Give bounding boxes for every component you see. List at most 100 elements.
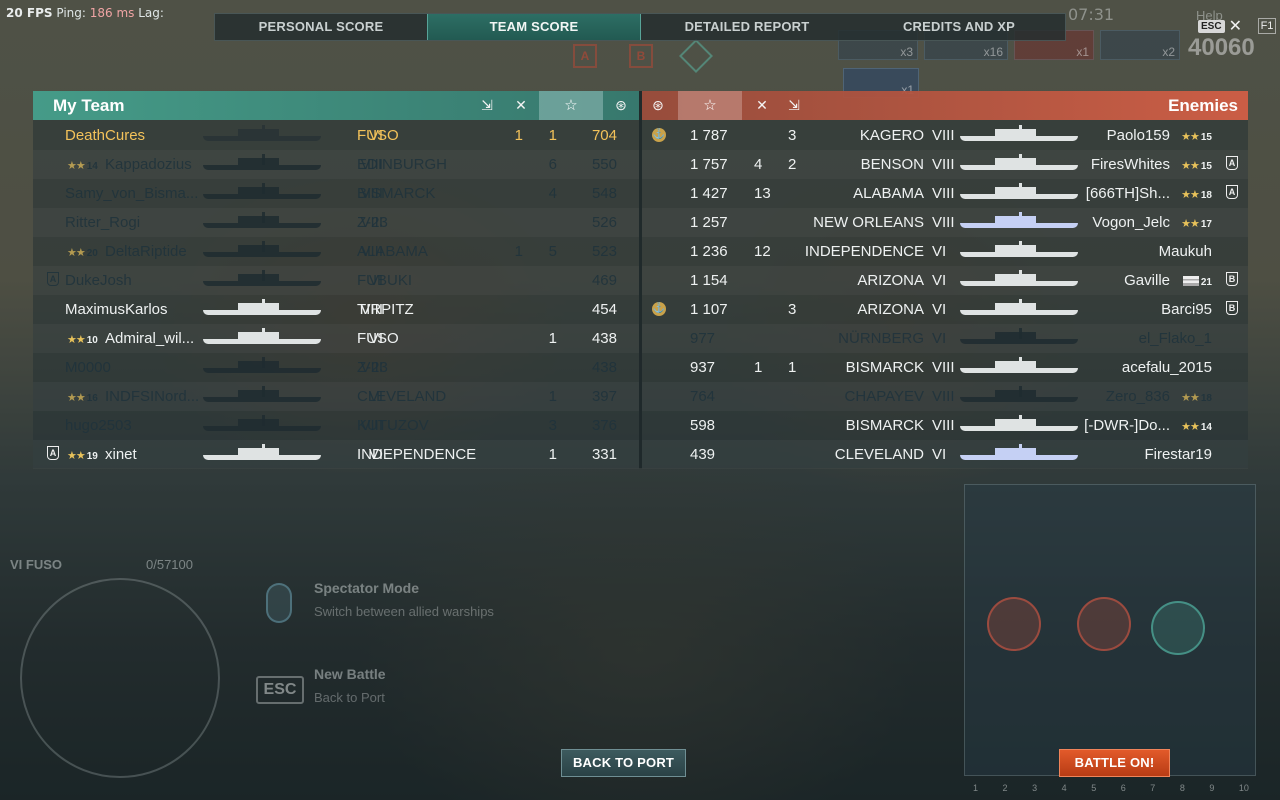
ship-hull-shape bbox=[960, 252, 1078, 257]
minimap-column-label: 1 bbox=[973, 783, 979, 793]
close-icon: ✕ bbox=[1228, 18, 1242, 35]
team-points: 40060 bbox=[1188, 34, 1255, 61]
ping-label: Ping: bbox=[56, 6, 86, 20]
ping-value: 186 ms bbox=[89, 6, 135, 20]
ship-hull-shape bbox=[203, 194, 321, 199]
player-name: FiresWhites bbox=[1090, 156, 1170, 173]
minimap-column-labels: 1 2 3 4 5 6 7 8 9 10 bbox=[965, 783, 1257, 793]
player-name: Firestar19 bbox=[1144, 446, 1212, 463]
ship-superstructure-shape bbox=[995, 390, 1036, 397]
rank-star-icon: ★★ bbox=[67, 160, 86, 172]
score-star-icon: ☆ bbox=[539, 91, 603, 120]
rank-star-icon: ★★ bbox=[67, 247, 86, 259]
player-row[interactable]: ★★ 14 Kappadozius VIII EDINBURGH 6 550 bbox=[33, 150, 639, 179]
player-row[interactable]: ⚓ 1 787 3 KAGERO VIII ★★ 15 Paolo159 bbox=[642, 121, 1248, 150]
player-row[interactable]: 598 BISMARCK VIII ★★ 14 [-DWR-]Do... bbox=[642, 411, 1248, 440]
ship-hull-shape bbox=[960, 368, 1078, 373]
player-row[interactable]: A DukeJosh VI FUBUKI 469 bbox=[33, 266, 639, 295]
player-row[interactable]: M0000 VIII Z-23 438 bbox=[33, 353, 639, 382]
player-row[interactable]: A ★★ 19 xinet VI INDEPENDENCE 1 331 bbox=[33, 440, 639, 469]
rank-badge: ★★ 17 bbox=[1181, 214, 1212, 231]
ship-mast-shape bbox=[262, 270, 265, 281]
ship-name: CLEVELAND bbox=[357, 388, 447, 405]
ships-destroyed: 1 bbox=[548, 127, 557, 144]
f1-key[interactable]: F1 bbox=[1258, 18, 1276, 34]
ship-hull-shape bbox=[203, 455, 321, 460]
ship-superstructure-shape bbox=[995, 245, 1036, 252]
score-value: 598 bbox=[690, 417, 716, 434]
player-row[interactable]: 1 236 12 INDEPENDENCE VI Maukuh bbox=[642, 237, 1248, 266]
player-row[interactable]: 1 757 4 2 BENSON VIII A ★★ 15 FiresWhites bbox=[642, 150, 1248, 179]
player-row[interactable]: 937 1 1 BISMARCK VIII acefalu_2015 bbox=[642, 353, 1248, 382]
lag-label: Lag: bbox=[138, 6, 164, 20]
player-row[interactable]: DeathCures VI FUSO 1 1 704 bbox=[33, 121, 639, 150]
ship-tier: VIII bbox=[932, 417, 955, 434]
back-to-port-button[interactable]: BACK TO PORT bbox=[561, 749, 686, 777]
ship-label: VI FUSO bbox=[10, 557, 63, 572]
player-name: Samy_von_Bisma... bbox=[65, 185, 199, 202]
player-row[interactable]: 764 CHAPAYEV VIII ★★ 18 Zero_836 bbox=[642, 382, 1248, 411]
medal-icon: ⚓ bbox=[652, 128, 666, 142]
score-value: 1 107 bbox=[690, 301, 728, 318]
minimap[interactable]: 1 2 3 4 5 6 7 8 9 10 bbox=[964, 484, 1256, 793]
rank-value: 15 bbox=[1200, 161, 1212, 172]
rank-star-icon: ★★ bbox=[1181, 421, 1200, 433]
ship-superstructure-shape bbox=[238, 245, 279, 252]
ship-name: BENSON bbox=[860, 156, 924, 173]
tab-detailed-report[interactable]: DETAILED REPORT bbox=[641, 14, 853, 40]
scoreboard-tabs: PERSONAL SCORE TEAM SCORE DETAILED REPOR… bbox=[214, 13, 1066, 41]
minimap-cap-a bbox=[987, 597, 1041, 651]
ship-tier: VI bbox=[932, 330, 947, 347]
minimap-column-label: 9 bbox=[1209, 783, 1215, 793]
player-row[interactable]: MaximusKarlos VIII TIRPITZ 454 bbox=[33, 295, 639, 324]
ship-mast-shape bbox=[262, 154, 265, 165]
ship-hull-shape bbox=[960, 194, 1078, 199]
tab-personal-score[interactable]: PERSONAL SCORE bbox=[215, 14, 427, 40]
player-row[interactable]: 1 154 ARIZONA VI B 21 Gaville bbox=[642, 266, 1248, 295]
rank-value: 18 bbox=[1200, 393, 1212, 404]
rank-badge: ★★ 15 bbox=[1181, 127, 1212, 144]
rank-badge: ★★ 10 bbox=[67, 330, 98, 347]
ship-hull-shape bbox=[960, 223, 1078, 228]
ship-superstructure-shape bbox=[995, 129, 1036, 136]
battle-on-button[interactable]: BATTLE ON! bbox=[1059, 749, 1170, 777]
score-value: 454 bbox=[591, 301, 617, 318]
my-team-header: My Team ⇲ ✕ ☆ ⊛ bbox=[33, 91, 639, 120]
player-row[interactable]: 1 257 NEW ORLEANS VIII ★★ 17 Vogon_Jelc bbox=[642, 208, 1248, 237]
new-battle-subtitle: Back to Port bbox=[314, 690, 385, 705]
esc-key-icon: ESC bbox=[256, 676, 304, 704]
player-name: [666TH]Sh... bbox=[1085, 185, 1170, 202]
ship-silhouette-icon bbox=[203, 357, 321, 375]
ship-silhouette-icon bbox=[203, 125, 321, 143]
player-name: Zero_836 bbox=[1105, 388, 1170, 405]
rank-star-icon: ★★ bbox=[67, 450, 86, 462]
ship-silhouette-icon bbox=[960, 386, 1078, 404]
tab-team-score[interactable]: TEAM SCORE bbox=[427, 14, 641, 40]
player-row[interactable]: 977 NÜRNBERG VI el_Flako_1 bbox=[642, 324, 1248, 353]
division-badge: A bbox=[47, 272, 59, 286]
player-row[interactable]: ★★ 16 INDFSINord... VI CLEVELAND 1 397 bbox=[33, 382, 639, 411]
player-row[interactable]: ★★ 10 Admiral_wil... VI FUSO 1 438 bbox=[33, 324, 639, 353]
player-row[interactable]: Samy_von_Bisma... VIII BISMARCK 4 548 bbox=[33, 179, 639, 208]
rank-badge: ★★ 16 bbox=[67, 388, 98, 405]
player-name: M0000 bbox=[65, 359, 111, 376]
player-row[interactable]: 1 427 13 ALABAMA VIII A ★★ 18 [666TH]Sh... bbox=[642, 179, 1248, 208]
close-scoreboard-button[interactable]: ESC ✕ bbox=[1198, 16, 1242, 36]
score-value: 1 257 bbox=[690, 214, 728, 231]
ship-mast-shape bbox=[262, 415, 265, 426]
ship-mast-shape bbox=[262, 357, 265, 368]
ship-silhouette-icon bbox=[203, 415, 321, 433]
ships-destroyed-icon: ✕ bbox=[515, 97, 527, 113]
player-row[interactable]: Ritter_Rogi VIII Z-23 526 bbox=[33, 208, 639, 237]
division-badge: A bbox=[1226, 185, 1238, 199]
ship-superstructure-shape bbox=[238, 332, 279, 339]
player-row[interactable]: ⚓ 1 107 3 ARIZONA VI B Barci95 bbox=[642, 295, 1248, 324]
player-row[interactable]: ★★ 20 DeltaRiptide VIII ALABAMA 1 5 523 bbox=[33, 237, 639, 266]
player-row[interactable]: hugo2503 VIII KUTUZOV 3 376 bbox=[33, 411, 639, 440]
tab-credits-and-xp[interactable]: CREDITS AND XP bbox=[853, 14, 1065, 40]
ship-tier: VIII bbox=[932, 185, 955, 202]
my-team-title: My Team bbox=[53, 96, 125, 115]
player-row[interactable]: 439 CLEVELAND VI Firestar19 bbox=[642, 440, 1248, 469]
ship-superstructure-shape bbox=[238, 274, 279, 281]
ship-silhouette-icon bbox=[960, 241, 1078, 259]
